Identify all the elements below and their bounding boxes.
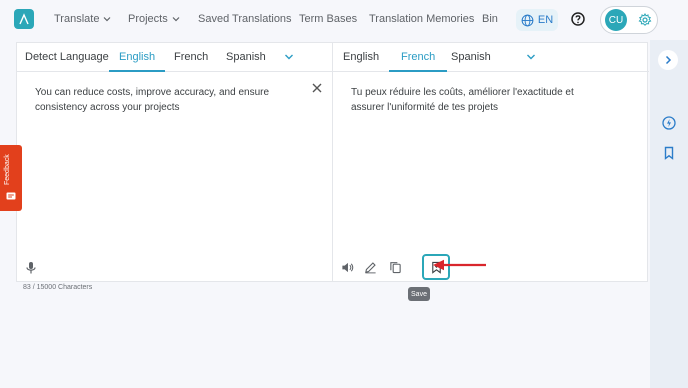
target-language-tabs: English French Spanish [333, 43, 649, 72]
expand-panel-button[interactable] [658, 50, 678, 70]
tab-english-target[interactable]: English [343, 43, 379, 72]
tab-spanish-target[interactable]: Spanish [451, 43, 491, 72]
bookmark-panel-icon[interactable] [662, 146, 676, 160]
tab-french-target[interactable]: French [389, 43, 448, 72]
top-bar: Translate Projects Saved Translations Te… [0, 0, 688, 40]
annotation-arrow [433, 259, 486, 271]
chevron-right-icon [665, 55, 672, 65]
more-languages-chevron-icon[interactable] [525, 51, 537, 63]
nav-translation-memories[interactable]: Translation Memories [369, 13, 474, 25]
source-text[interactable]: You can reduce costs, improve accuracy, … [35, 85, 287, 115]
source-language-tabs: Detect Language English French Spanish [17, 43, 332, 72]
nav-term-bases[interactable]: Term Bases [299, 13, 357, 25]
feedback-label: Feedback [4, 154, 11, 185]
avatar-initials: CU [608, 14, 624, 26]
chevron-down-icon [172, 17, 180, 22]
nav-translation-memories-label: Translation Memories [369, 13, 475, 25]
more-languages-chevron-icon[interactable] [283, 51, 295, 63]
logo-icon [19, 13, 29, 25]
help-icon[interactable] [571, 12, 585, 26]
feedback-tab[interactable]: Feedback [0, 145, 22, 211]
source-pane: Detect Language English French Spanish Y… [17, 43, 333, 281]
globe-icon [521, 14, 534, 26]
quick-action-icon[interactable] [662, 116, 676, 130]
nav-translate[interactable]: Translate [54, 13, 111, 25]
microphone-icon[interactable] [25, 261, 37, 275]
tab-english[interactable]: English [109, 43, 166, 72]
ui-language-label: EN [537, 14, 554, 26]
app-logo[interactable] [14, 9, 34, 29]
save-tooltip: Save [408, 287, 430, 301]
nav-saved-translations-label: Saved Translations [198, 13, 292, 25]
nav-projects[interactable]: Projects [128, 13, 180, 25]
nav-term-bases-label: Term Bases [299, 13, 358, 25]
user-menu[interactable]: CU [600, 6, 658, 34]
edit-pencil-icon[interactable] [364, 261, 377, 274]
nav-projects-label: Projects [128, 13, 168, 25]
clear-text-icon[interactable] [311, 82, 323, 94]
chevron-down-icon [104, 17, 111, 22]
translation-card: Detect Language English French Spanish Y… [16, 42, 649, 282]
gear-icon[interactable] [638, 13, 652, 27]
character-count: 83 / 15000 Characters [23, 284, 93, 291]
avatar[interactable]: CU [605, 9, 627, 31]
target-pane: English French Spanish Tu peux réduire l… [333, 43, 649, 281]
tab-detect-language[interactable]: Detect Language [25, 43, 109, 72]
nav-translate-label: Translate [54, 13, 100, 25]
nav-bin[interactable]: Bin [482, 13, 498, 25]
nav-bin-label: Bin [482, 13, 498, 25]
ui-language-selector[interactable]: EN [516, 9, 558, 31]
copy-icon[interactable] [389, 261, 402, 274]
feedback-icon [6, 192, 16, 200]
speaker-icon[interactable] [341, 261, 354, 274]
side-panel [650, 40, 688, 388]
translated-text: Tu peux réduire les coûts, améliorer l'e… [351, 87, 574, 113]
nav-saved-translations[interactable]: Saved Translations [198, 13, 292, 25]
tab-french[interactable]: French [174, 43, 208, 72]
tab-spanish[interactable]: Spanish [226, 43, 266, 72]
